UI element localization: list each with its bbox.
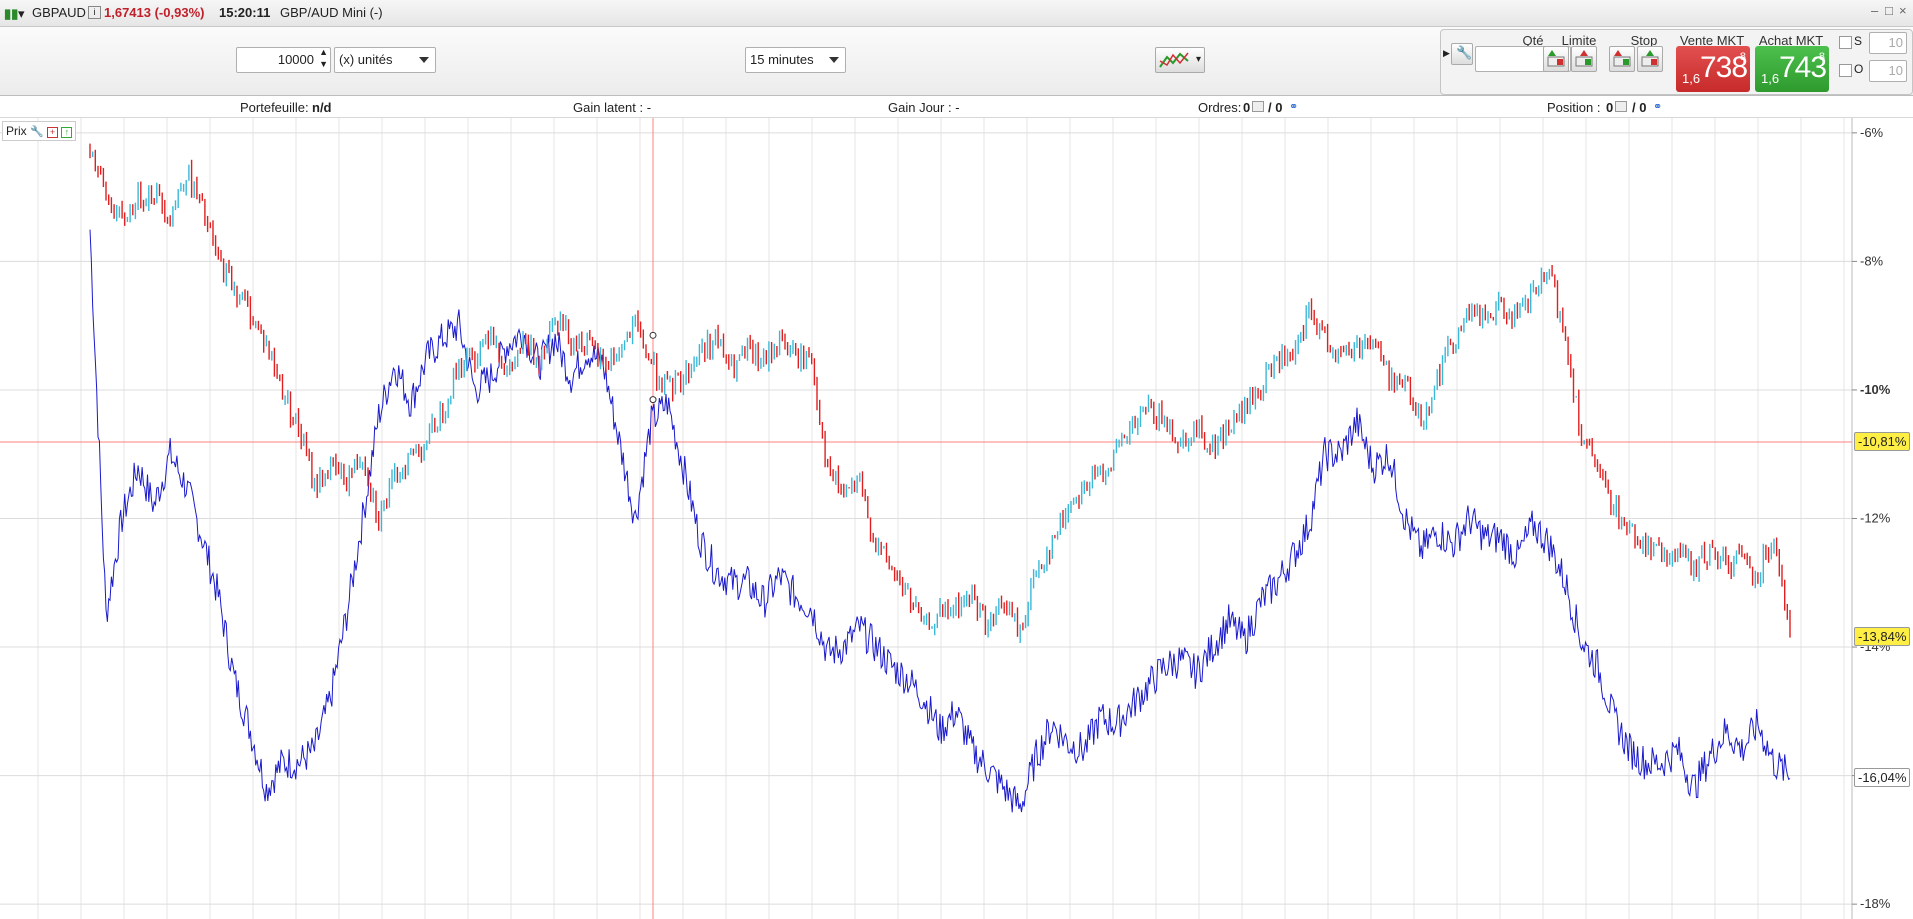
buy-price-sup: 8 [1818, 51, 1825, 63]
orders-count-a: 0 [1243, 100, 1251, 115]
o-label: O [1854, 62, 1864, 76]
portfolio-value: n/d [312, 100, 332, 115]
chevron-down-icon: ▾ [1195, 54, 1201, 65]
add-indicator-icon[interactable]: + [47, 127, 59, 138]
y-tick-label: -18% [1860, 896, 1891, 911]
link-icon[interactable]: ⚭ [1289, 100, 1298, 113]
timeframe-select[interactable]: 15 minutes [745, 47, 846, 73]
s-label: S [1854, 34, 1863, 48]
buy-market-button[interactable]: 1,6 743 8 [1755, 46, 1829, 92]
limit-sell-icon [1575, 50, 1593, 67]
price-tag: -13,84% [1854, 626, 1911, 646]
buy-price-prefix: 1,6 [1761, 71, 1780, 86]
position-count-b: / 0 [1632, 100, 1647, 115]
chevron-down-icon[interactable] [823, 48, 845, 72]
chart-type-button[interactable]: ▾ [1155, 47, 1205, 73]
chart-series [89, 143, 1791, 813]
position-icon[interactable] [1615, 101, 1627, 112]
o-input[interactable]: 10 [1869, 60, 1907, 82]
minimize-icon[interactable]: – [1871, 3, 1878, 18]
portfolio-label: Portefeuille: [240, 100, 309, 115]
orders-label: Ordres: [1198, 100, 1242, 115]
candles-icon: ▮▮ [4, 6, 19, 21]
s-value: 10 [1888, 35, 1903, 50]
series-candles [89, 143, 1791, 643]
day-gain: Gain Jour : - [888, 100, 960, 115]
link-icon[interactable]: ⚭ [1653, 100, 1662, 113]
wrench-icon[interactable]: 🔧 [30, 126, 44, 138]
price-panel-label: Prix [6, 124, 27, 138]
position-count-a: 0 [1606, 100, 1614, 115]
crosshair-marker [649, 396, 657, 404]
chart-type-icon [1159, 52, 1189, 68]
close-icon[interactable]: × [1899, 3, 1907, 18]
stop-sell-icon [1641, 50, 1659, 67]
symbol-label: GBPAUD [32, 5, 86, 20]
chevron-down-icon[interactable]: ▾ [18, 6, 25, 22]
instrument-name: GBP/AUD Mini (-) [280, 5, 383, 20]
trade-panel: ▶ 🔧 Qté 1 Limite Stop Vente MKT 1,6 738 … [1440, 29, 1913, 95]
info-icon[interactable]: i [88, 6, 101, 19]
s-input[interactable]: 10 [1869, 32, 1907, 54]
wrench-button[interactable]: 🔧 [1451, 43, 1473, 65]
y-axis: -6%-8%-10%-12%-14%-16%-18% [1852, 125, 1891, 911]
quantity-input[interactable]: 10000 ▲ ▼ [236, 47, 331, 73]
s-checkbox[interactable] [1839, 36, 1852, 49]
y-tick-label: -10% [1860, 382, 1891, 397]
title-bar: ▮▮ ▾ GBPAUD i 1,67413 (-0,93%) 15:20:11 … [0, 0, 1913, 27]
limit-buy-icon [1547, 50, 1565, 67]
price-tag: -16,04% [1854, 768, 1911, 788]
sell-price-prefix: 1,6 [1682, 71, 1701, 86]
maximize-icon[interactable]: □ [1885, 3, 1893, 18]
orders-count-b: / 0 [1268, 100, 1283, 115]
o-value: 10 [1888, 63, 1903, 78]
unit-select-value: (x) unités [339, 52, 393, 67]
y-tick-label: -6% [1860, 125, 1884, 140]
stepper-arrows-icon[interactable]: ▲ ▼ [319, 46, 328, 70]
price-panel-tab[interactable]: Prix 🔧 + ↑ [2, 121, 77, 141]
series-line [89, 229, 1791, 813]
latent-gain: Gain latent : - [573, 100, 652, 115]
expand-arrow-icon[interactable]: ▶ [1443, 48, 1450, 59]
position-label: Position : [1547, 100, 1601, 115]
timeframe-select-value: 15 minutes [750, 52, 814, 67]
clock-time: 15:20:11 [219, 5, 271, 20]
wrench-icon: 🔧 [1456, 45, 1473, 60]
limit-sell-button[interactable] [1571, 46, 1597, 72]
expand-up-icon[interactable]: ↑ [61, 127, 73, 138]
stop-buy-icon [1613, 50, 1631, 67]
sell-price-sup: 8 [1739, 51, 1746, 63]
price-change: 1,67413 (-0,93%) [104, 5, 205, 20]
info-row: Portefeuille: n/d Gain latent : - Gain J… [0, 96, 1913, 118]
chevron-down-icon[interactable] [413, 48, 435, 72]
unit-select[interactable]: (x) unités [334, 47, 436, 73]
crosshair-marker [649, 331, 657, 339]
chart-grid [0, 118, 1853, 919]
limit-buy-button[interactable] [1543, 46, 1569, 72]
y-tick-label: -12% [1860, 511, 1891, 526]
stop-buy-button[interactable] [1609, 46, 1635, 72]
orders-icon[interactable] [1252, 101, 1264, 112]
y-tick-label: -8% [1860, 253, 1884, 268]
price-chart[interactable]: -6%-8%-10%-12%-14%-16%-18% [0, 118, 1913, 919]
price-tag: -10,81% [1854, 432, 1911, 451]
o-checkbox[interactable] [1839, 64, 1852, 77]
stop-sell-button[interactable] [1637, 46, 1663, 72]
sell-market-button[interactable]: 1,6 738 8 [1676, 46, 1750, 92]
quantity-value: 10000 [277, 52, 314, 67]
